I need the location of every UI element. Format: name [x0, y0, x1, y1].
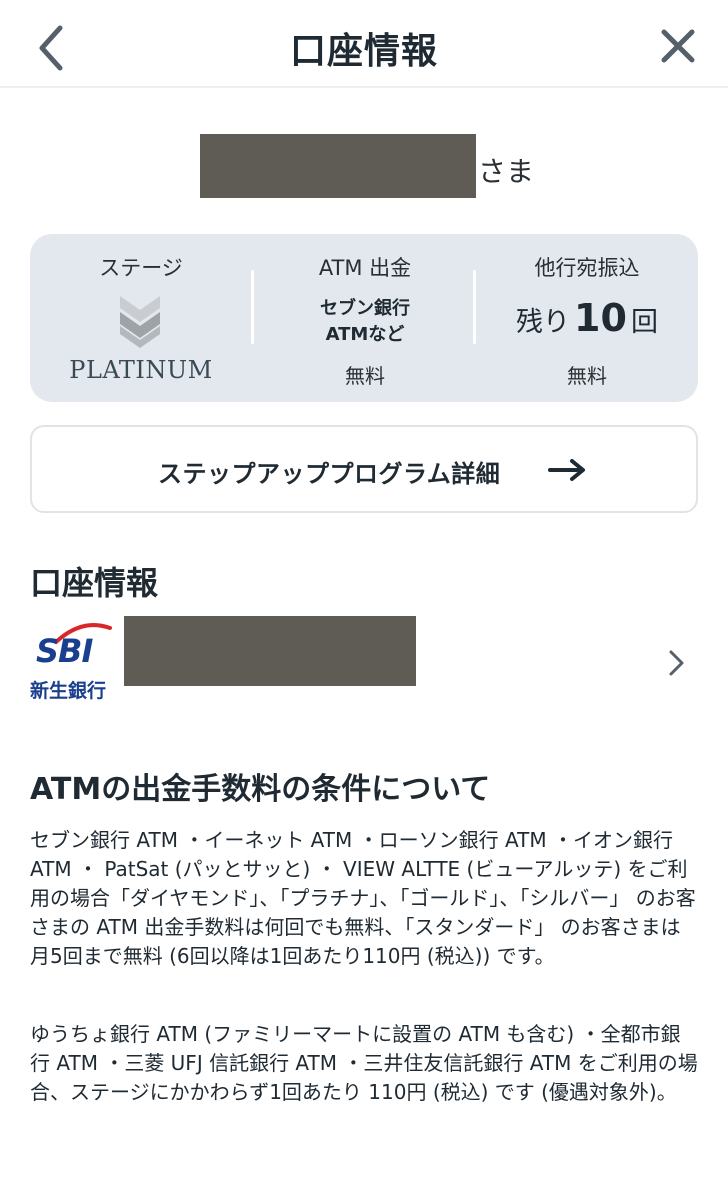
stage-chevron-icon: [120, 296, 160, 348]
fee-paragraph-1: セブン銀行 ATM ・イーネット ATM ・ローソン銀行 ATM ・イオン銀行 …: [30, 828, 696, 968]
top-bar: 口座情報: [0, 0, 728, 88]
close-button[interactable]: [656, 24, 700, 68]
remaining-count: 10: [574, 296, 627, 340]
status-card: ステージ PLATINUM ATM 出金 セブン銀行 ATMなど 無料 他行宛振…: [30, 234, 698, 402]
chevron-right-icon: [669, 650, 684, 676]
transfer-fee: 無料: [567, 364, 607, 388]
account-row[interactable]: SBI 新生銀行: [30, 612, 698, 712]
step-up-program-label: ステップアッププログラム詳細: [158, 460, 501, 488]
customer-name-redacted: [200, 134, 476, 198]
atm-detail-line1: セブン銀行: [320, 298, 410, 319]
stage-column: ステージ PLATINUM: [30, 234, 252, 402]
customer-name-suffix: さま: [478, 155, 535, 188]
atm-detail: セブン銀行 ATMなど: [254, 296, 476, 348]
page-title: 口座情報: [289, 31, 438, 72]
atm-label: ATM 出金: [318, 256, 412, 280]
bank-logo: SBI 新生銀行: [30, 622, 120, 704]
transfer-remaining: 残り 10 回: [476, 296, 698, 340]
account-section-title: 口座情報: [30, 564, 159, 602]
remaining-prefix: 残り: [516, 307, 571, 338]
arrow-right-icon: [548, 459, 585, 481]
remaining-suffix: 回: [630, 307, 658, 338]
step-up-program-button[interactable]: ステップアッププログラム詳細: [30, 425, 698, 513]
atm-detail-line2: ATMなど: [325, 324, 405, 345]
close-icon: [661, 29, 695, 63]
account-number-redacted: [124, 616, 416, 686]
atm-column: ATM 出金 セブン銀行 ATMなど 無料: [254, 234, 476, 402]
bank-name: 新生銀行: [30, 680, 107, 702]
stage-value: PLATINUM: [69, 356, 213, 384]
transfer-column: 他行宛振込 残り 10 回 無料: [476, 234, 698, 402]
transfer-label: 他行宛振込: [534, 256, 640, 280]
atm-fee: 無料: [345, 364, 385, 388]
stage-label: ステージ: [99, 256, 183, 280]
fee-section-title: ATMの出金手数料の条件について: [30, 772, 491, 807]
bank-logo-text: SBI: [36, 632, 93, 670]
fee-paragraph-2: ゆうちょ銀行 ATM (ファミリーマートに設置の ATM も含む) ・全都市銀行…: [30, 1022, 698, 1104]
